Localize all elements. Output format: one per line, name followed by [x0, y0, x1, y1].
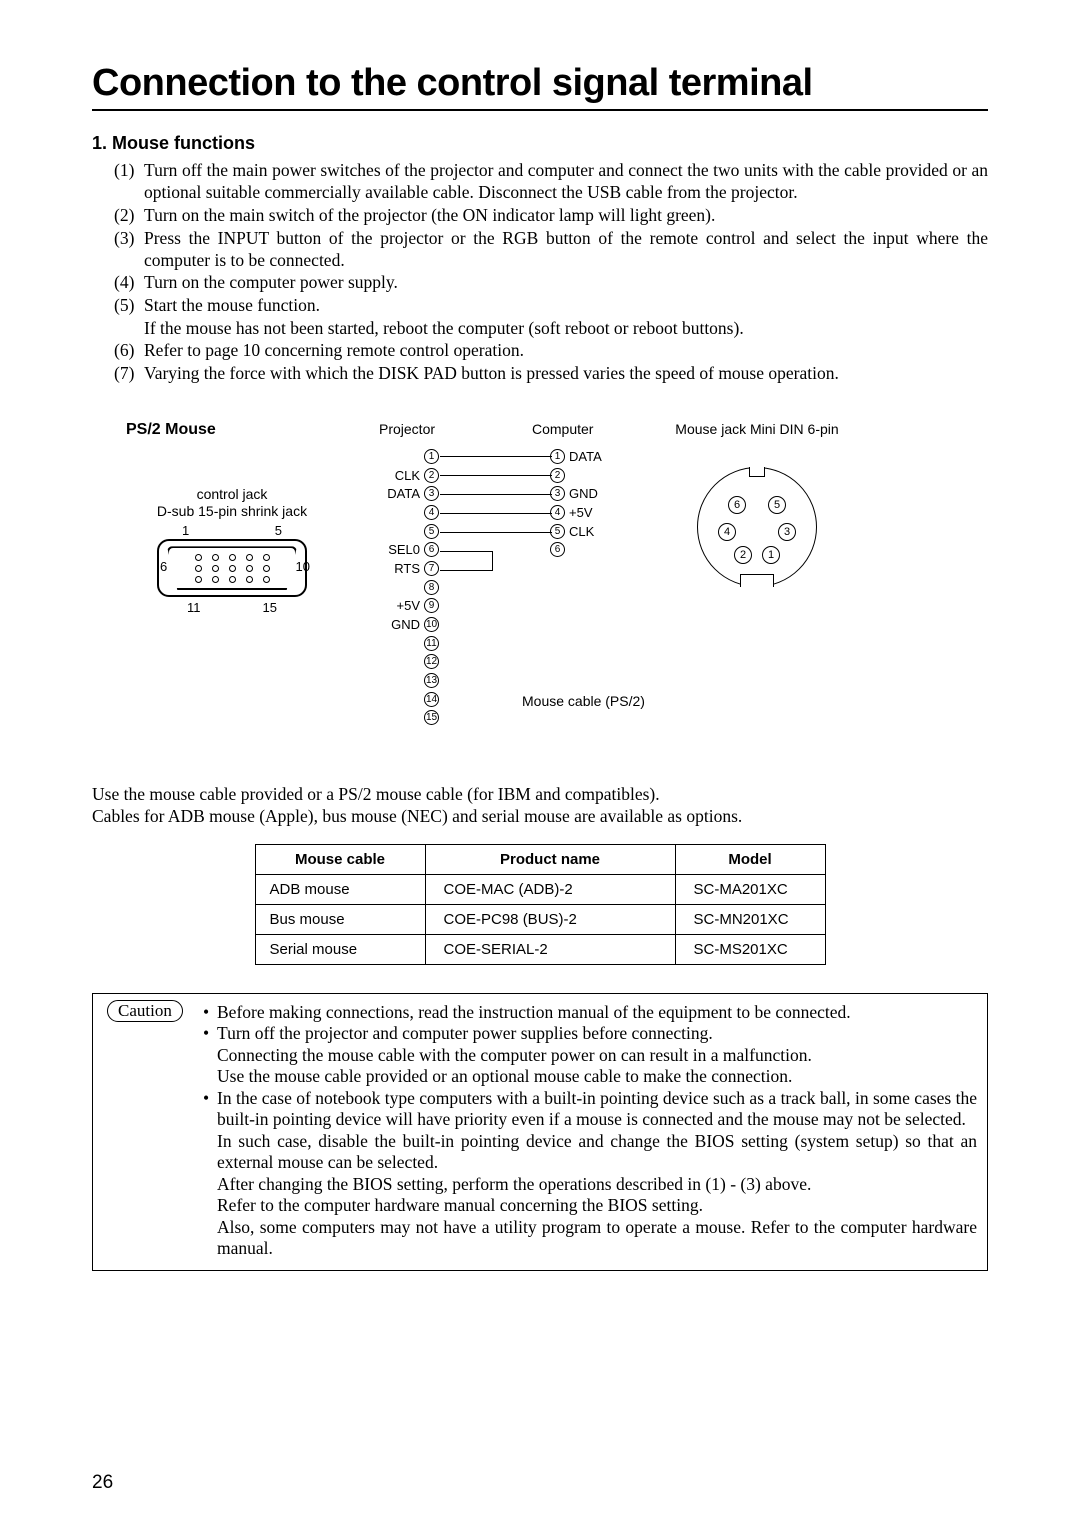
pin-item: DATA3 — [380, 485, 439, 502]
caution-line: Before making connections, read the inst… — [203, 1002, 977, 1024]
din-pin: 4 — [718, 523, 736, 541]
pin-item: 13 — [380, 672, 439, 689]
pin-item: 3GND — [550, 485, 609, 502]
pin-item: CLK2 — [380, 466, 439, 483]
caution-line: In the case of notebook type computers w… — [203, 1088, 977, 1131]
pin-item: 4+5V — [550, 504, 609, 521]
section-heading: 1. Mouse functions — [92, 133, 988, 154]
wire — [440, 551, 492, 552]
caution-line: In such case, disable the built-in point… — [203, 1131, 977, 1174]
din-pin: 6 — [728, 496, 746, 514]
pin-item: GND10 — [380, 616, 439, 633]
mouse-cable-label: Mouse cable (PS/2) — [522, 693, 645, 709]
table-cell: SC-MN201XC — [675, 904, 825, 934]
projector-col-title: Projector — [379, 421, 435, 437]
step-item: (7)Varying the force with which the DISK… — [114, 363, 988, 385]
table-cell: COE-PC98 (BUS)-2 — [425, 904, 675, 934]
table-cell: COE-SERIAL-2 — [425, 934, 675, 964]
pin-num: 11 — [187, 600, 201, 615]
step-item: (6)Refer to page 10 concerning remote co… — [114, 340, 988, 362]
step-item: (2)Turn on the main switch of the projec… — [114, 205, 988, 227]
pin-item: 2 — [550, 466, 609, 483]
pin-item: 15 — [380, 709, 439, 726]
wire — [440, 570, 492, 571]
computer-col-title: Computer — [532, 421, 593, 437]
table-cell: SC-MS201XC — [675, 934, 825, 964]
wire — [440, 513, 552, 514]
steps-list: (1)Turn off the main power switches of t… — [92, 160, 988, 385]
pin-item: 4 — [380, 504, 439, 521]
title-rule — [92, 109, 988, 111]
pin-item: 1 — [380, 448, 439, 465]
wire — [440, 456, 552, 457]
pin-num: 1 — [182, 523, 189, 538]
wire — [440, 494, 552, 495]
mouse-jack-title: Mouse jack Mini DIN 6-pin — [667, 421, 847, 437]
note-line: Cables for ADB mouse (Apple), bus mouse … — [92, 806, 988, 828]
wiring-diagram: PS/2 Mouse control jack D-sub 15-pin shr… — [92, 421, 988, 756]
table-cell: Bus mouse — [255, 904, 425, 934]
table-header: Product name — [425, 844, 675, 874]
caution-line: Turn off the projector and computer powe… — [203, 1023, 977, 1045]
note-line: Use the mouse cable provided or a PS/2 m… — [92, 784, 988, 806]
step-subline: If the mouse has not been started, reboo… — [114, 318, 988, 340]
pin-num: 5 — [275, 523, 282, 538]
page-number: 26 — [92, 1472, 113, 1494]
pin-item: 6 — [550, 541, 609, 558]
step-item: (4)Turn on the computer power supply. — [114, 272, 988, 294]
step-item: (5)Start the mouse function. — [114, 295, 988, 317]
caution-box: Caution Before making connections, read … — [92, 993, 988, 1271]
pin-item: 11 — [380, 635, 439, 652]
wire — [492, 551, 493, 571]
caution-line: After changing the BIOS setting, perform… — [203, 1174, 977, 1196]
pin-item: +5V9 — [380, 597, 439, 614]
table-cell: ADB mouse — [255, 874, 425, 904]
pin-item: RTS7 — [380, 560, 439, 577]
pin-num: 15 — [263, 600, 277, 615]
wire — [440, 532, 552, 533]
pin-item: 8 — [380, 579, 439, 596]
pin-item: 1DATA — [550, 448, 609, 465]
table-row: ADB mouseCOE-MAC (ADB)-2SC-MA201XC — [255, 874, 825, 904]
control-jack-label: control jack D-sub 15-pin shrink jack — [122, 486, 342, 520]
dsub-connector: control jack D-sub 15-pin shrink jack 1 … — [122, 486, 342, 598]
pin-item: SEL06 — [380, 541, 439, 558]
table-header: Model — [675, 844, 825, 874]
din-pin: 1 — [762, 546, 780, 564]
pin-item: 12 — [380, 653, 439, 670]
mini-din-connector: 6 5 4 3 2 1 — [672, 467, 842, 587]
pin-item: 14 — [380, 691, 439, 708]
table-row: Bus mouseCOE-PC98 (BUS)-2SC-MN201XC — [255, 904, 825, 934]
caution-line: Use the mouse cable provided or an optio… — [203, 1066, 977, 1088]
projector-pin-column: 1CLK2 DATA3 4 5SEL06 RTS7 8+5V9 GND10 1112 13 141… — [380, 448, 439, 727]
pin-item: 5CLK — [550, 523, 609, 540]
page-title: Connection to the control signal termina… — [92, 62, 988, 105]
caution-line: Connecting the mouse cable with the comp… — [203, 1045, 977, 1067]
step-item: (3)Press the INPUT button of the project… — [114, 228, 988, 272]
table-cell: Serial mouse — [255, 934, 425, 964]
caution-line: Refer to the computer hardware manual co… — [203, 1195, 977, 1217]
mouse-cable-table: Mouse cable Product name Model ADB mouse… — [255, 844, 826, 965]
pin-item: 5 — [380, 523, 439, 540]
ps2-mouse-label: PS/2 Mouse — [126, 421, 216, 439]
din-pin: 5 — [768, 496, 786, 514]
caution-label: Caution — [107, 1000, 183, 1023]
table-row: Serial mouseCOE-SERIAL-2SC-MS201XC — [255, 934, 825, 964]
computer-pin-column: 1DATA2 3GND 4+5V 5CLK6 — [550, 448, 609, 559]
step-item: (1)Turn off the main power switches of t… — [114, 160, 988, 204]
din-pin: 2 — [734, 546, 752, 564]
notes-block: Use the mouse cable provided or a PS/2 m… — [92, 784, 988, 828]
wire — [440, 475, 552, 476]
din-pin: 3 — [778, 523, 796, 541]
caution-line: Also, some computers may not have a util… — [203, 1217, 977, 1260]
table-header: Mouse cable — [255, 844, 425, 874]
table-cell: COE-MAC (ADB)-2 — [425, 874, 675, 904]
table-cell: SC-MA201XC — [675, 874, 825, 904]
